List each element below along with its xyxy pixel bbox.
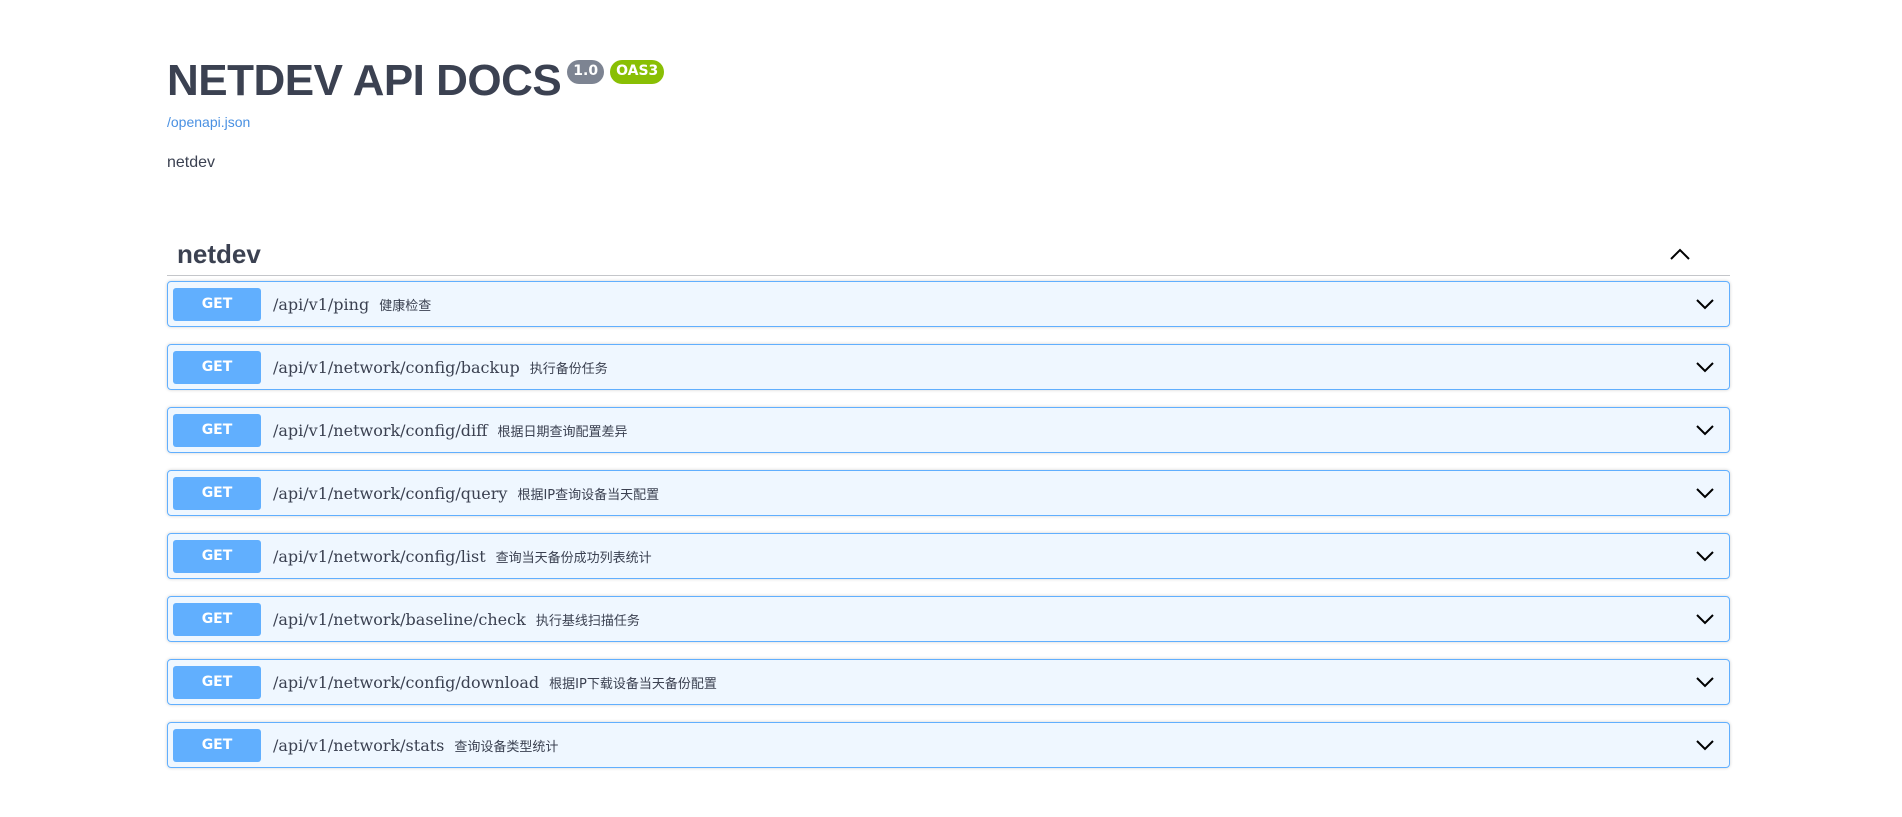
tag-header[interactable]: netdev [167, 233, 1730, 276]
operation-row[interactable]: GET/api/v1/network/stats 查询设备类型统计 [167, 722, 1730, 768]
chevron-down-icon[interactable] [1690, 415, 1720, 445]
swagger-ui: NETDEV API DOCS 1.0 OAS3 /openapi.json n… [167, 0, 1730, 785]
chevron-down-icon[interactable] [1690, 352, 1720, 382]
chevron-down-icon[interactable] [1690, 604, 1720, 634]
operation-path: /api/v1/ping [273, 294, 370, 314]
api-info: NETDEV API DOCS 1.0 OAS3 /openapi.json n… [167, 0, 1730, 173]
operation-path: /api/v1/network/stats [273, 735, 445, 755]
operation-summary: 根据日期查询配置差异 [497, 424, 628, 440]
operation-path: /api/v1/network/baseline/check [273, 609, 526, 629]
oas-badge: OAS3 [610, 60, 665, 84]
operation-summary: 查询设备类型统计 [454, 739, 559, 755]
operation-row[interactable]: GET/api/v1/network/config/download 根据IP下载… [167, 659, 1730, 705]
title-row: NETDEV API DOCS 1.0 OAS3 [167, 55, 1730, 107]
tag-section-netdev: netdev GET/api/v1/ping 健康检查 GET/api/v1/net… [167, 233, 1730, 768]
operation-row[interactable]: GET/api/v1/network/baseline/check 执行基线扫描任… [167, 596, 1730, 642]
method-badge: GET [173, 476, 261, 510]
chevron-down-icon[interactable] [1690, 478, 1720, 508]
operations-list: GET/api/v1/ping 健康检查 GET/api/v1/network/co… [167, 281, 1730, 768]
chevron-down-icon[interactable] [1690, 730, 1720, 760]
page-title: NETDEV API DOCS [167, 56, 562, 105]
operation-path: /api/v1/network/config/query [273, 483, 508, 503]
operation-summary: 根据IP查询设备当天配置 [517, 487, 660, 503]
chevron-down-icon[interactable] [1690, 541, 1720, 571]
operation-path: /api/v1/network/config/list [273, 546, 486, 566]
version-badge: 1.0 [567, 60, 605, 84]
operation-summary: 查询当天备份成功列表统计 [495, 550, 652, 566]
chevron-down-icon[interactable] [1690, 667, 1720, 697]
operation-row[interactable]: GET/api/v1/ping 健康检查 [167, 281, 1730, 327]
method-badge: GET [173, 728, 261, 762]
operation-summary: 健康检查 [379, 298, 432, 314]
method-badge: GET [173, 287, 261, 321]
tag-name: netdev [177, 239, 261, 269]
chevron-up-icon[interactable] [1660, 234, 1700, 274]
operation-summary: 执行备份任务 [529, 361, 608, 377]
operation-row[interactable]: GET/api/v1/network/config/list 查询当天备份成功列表… [167, 533, 1730, 579]
method-badge: GET [173, 665, 261, 699]
method-badge: GET [173, 413, 261, 447]
operation-row[interactable]: GET/api/v1/network/config/query 根据IP查询设备当… [167, 470, 1730, 516]
operation-path: /api/v1/network/config/diff [273, 420, 488, 440]
openapi-json-link[interactable]: /openapi.json [167, 113, 1730, 131]
operation-path: /api/v1/network/config/download [273, 672, 540, 692]
operation-summary: 执行基线扫描任务 [535, 613, 640, 629]
api-description: netdev [167, 154, 216, 171]
method-badge: GET [173, 602, 261, 636]
operation-summary: 根据IP下载设备当天备份配置 [549, 676, 717, 692]
method-badge: GET [173, 350, 261, 384]
operation-row[interactable]: GET/api/v1/network/config/backup 执行备份任务 [167, 344, 1730, 390]
operation-path: /api/v1/network/config/backup [273, 357, 520, 377]
method-badge: GET [173, 539, 261, 573]
chevron-down-icon[interactable] [1690, 289, 1720, 319]
operation-row[interactable]: GET/api/v1/network/config/diff 根据日期查询配置差异 [167, 407, 1730, 453]
